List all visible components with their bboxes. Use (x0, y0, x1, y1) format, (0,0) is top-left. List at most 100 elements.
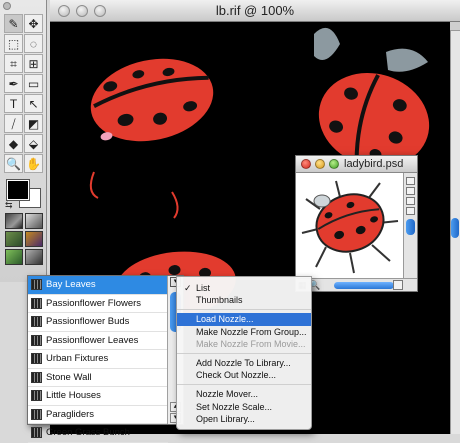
ladybird-titlebar: ladybird.psd (296, 156, 417, 173)
foreground-color-swatch[interactable] (6, 179, 30, 201)
menu-separator (177, 309, 311, 311)
nozzle-list-item[interactable]: Paragliders (28, 406, 168, 424)
hand-icon[interactable]: ✋ (24, 154, 43, 173)
menu-separator (177, 384, 311, 386)
nozzle-label: Passionflower Leaves (46, 334, 139, 346)
ladybird-side-button-2[interactable] (406, 187, 415, 195)
document-scroll-thumb[interactable] (451, 218, 459, 238)
ladybird-title: ladybird.psd (344, 158, 404, 170)
bucket-icon[interactable]: ⬙ (24, 134, 43, 153)
menu-item-open-library[interactable]: Open Library... (177, 413, 311, 425)
zoom-icon[interactable]: 🔍 (4, 154, 23, 173)
nozzle-icon (31, 427, 42, 439)
menu-item-label: Make Nozzle From Movie... (196, 338, 306, 349)
nozzle-list-item[interactable]: Little Houses (28, 387, 168, 406)
shape-icon[interactable]: ▭ (24, 74, 43, 93)
ladybird-resize-widget[interactable] (393, 280, 403, 290)
brush-icon[interactable]: ✎ (4, 14, 23, 33)
palette-close-button[interactable] (3, 2, 11, 10)
nozzle-icon (31, 408, 42, 420)
checkmark-icon: ✓ (184, 283, 192, 293)
nozzle-list-item[interactable]: Passionflower Buds (28, 313, 168, 332)
menu-item-make-nozzle-from-group[interactable]: Make Nozzle From Group... (177, 326, 311, 338)
ladybird-minimize-button[interactable] (315, 159, 325, 169)
ladybird-side-toolbar (403, 173, 417, 279)
nozzle-icon (31, 334, 42, 346)
menu-item-set-nozzle-scale[interactable]: Set Nozzle Scale... (177, 401, 311, 413)
ladybird-horizontal-scrollbar[interactable] (334, 282, 394, 289)
nozzle-list-item[interactable]: Passionflower Leaves (28, 332, 168, 350)
nozzle-list-palette: Bay Leaves Passionflower Flowers Passionfl… (27, 275, 184, 443)
nozzle-thumb-1[interactable] (5, 213, 23, 229)
nozzle-label: Bay Leaves (46, 279, 96, 291)
nozzle-label: Passionflower Buds (46, 316, 130, 328)
lasso-icon[interactable]: ◌ (24, 34, 43, 53)
menu-item-label: Set Nozzle Scale... (196, 401, 273, 412)
nozzle-list-item[interactable]: Stone Wall (28, 369, 168, 387)
nozzle-list-item[interactable]: Bay Leaves (28, 276, 168, 295)
menu-item-thumbnails[interactable]: Thumbnails (177, 294, 311, 306)
nozzle-icon (31, 390, 42, 402)
ladybird-scroll-thumb[interactable] (406, 219, 415, 235)
shield-icon[interactable]: ◆ (4, 134, 23, 153)
crop-icon[interactable]: ⌗ (4, 54, 23, 73)
ladybird-zoom-button[interactable] (329, 159, 339, 169)
nozzle-icon (31, 279, 42, 291)
nozzle-label: Passionflower Flowers (46, 297, 142, 309)
nozzle-list: Bay Leaves Passionflower Flowers Passionfl… (28, 276, 168, 443)
ladybird-side-button-3[interactable] (406, 197, 415, 205)
scrollbar-top-widget[interactable] (450, 22, 460, 31)
document-title: lb.rif @ 100% (215, 3, 295, 18)
menu-item-label: Load Nozzle... (196, 314, 254, 325)
menu-item-label: Thumbnails (196, 295, 243, 306)
nozzle-thumb-3[interactable] (5, 231, 23, 247)
nozzle-icon (31, 297, 42, 309)
tool-palette: ✎ ✥ ⬚ ◌ ⌗ ⊞ ✒ ▭ T ↖ ⧸ ◩ ◆ ⬙ 🔍 ✋ ⇆ (0, 0, 47, 282)
menu-item-list[interactable]: ✓ List (177, 282, 311, 294)
color-swatches: ⇆ (5, 178, 43, 211)
nozzle-label: Stone Wall (46, 371, 92, 383)
menu-item-label: Make Nozzle From Group... (196, 326, 307, 337)
document-titlebar: lb.rif @ 100% (50, 0, 460, 22)
marquee-icon[interactable]: ⬚ (4, 34, 23, 53)
text-icon[interactable]: T (4, 94, 23, 113)
nozzle-label: Little Houses (46, 390, 101, 402)
eyedropper-icon[interactable]: ⧸ (4, 114, 23, 133)
nozzle-thumb-2[interactable] (25, 213, 43, 229)
nozzle-icon (31, 316, 42, 328)
menu-item-check-out-nozzle[interactable]: Check Out Nozzle... (177, 369, 311, 381)
nozzle-thumb-4[interactable] (25, 231, 43, 247)
nozzle-thumb-6[interactable] (25, 249, 43, 265)
nozzle-list-item[interactable]: Urban Fixtures (28, 350, 168, 369)
menu-item-label: Add Nozzle To Library... (196, 357, 291, 368)
ladybird-side-button-4[interactable] (406, 207, 415, 215)
eraser-icon[interactable]: ◩ (24, 114, 43, 133)
menu-item-load-nozzle[interactable]: Load Nozzle... (177, 313, 311, 326)
ladybird-window: ladybird.psd ▦ 🔍 (295, 155, 418, 292)
ladybird-image (301, 180, 399, 274)
nozzle-label: Green Grass Bunch (46, 427, 130, 439)
menu-separator (177, 352, 311, 354)
menu-item-nozzle-mover[interactable]: Nozzle Mover... (177, 388, 311, 400)
transform-icon[interactable]: ⊞ (24, 54, 43, 73)
nozzle-list-item[interactable]: Passionflower Flowers (28, 295, 168, 313)
swap-colors-icon[interactable]: ⇆ (5, 200, 13, 211)
nozzle-list-item[interactable]: Green Grass Bunch (28, 424, 168, 443)
nozzle-label: Paragliders (46, 408, 95, 420)
ladybird-close-button[interactable] (301, 159, 311, 169)
nozzle-icon (31, 353, 42, 365)
menu-item-add-nozzle-to-library[interactable]: Add Nozzle To Library... (177, 357, 311, 369)
ladybird-side-button-1[interactable] (406, 177, 415, 185)
pen-icon[interactable]: ✒ (4, 74, 23, 93)
ladybird-bottom-bar: ▦ 🔍 (296, 278, 417, 291)
ladybird-canvas[interactable] (298, 175, 402, 279)
move-icon[interactable]: ✥ (24, 14, 43, 33)
menu-item-make-nozzle-from-movie: Make Nozzle From Movie... (177, 338, 311, 350)
nozzle-thumbnails (5, 213, 43, 265)
arrow-icon[interactable]: ↖ (24, 94, 43, 113)
menu-item-label: Nozzle Mover... (196, 389, 259, 400)
menu-item-label: Open Library... (196, 413, 255, 424)
nozzle-thumb-5[interactable] (5, 249, 23, 265)
menu-item-label: List (196, 283, 211, 293)
menu-item-label: Check Out Nozzle... (196, 370, 277, 381)
